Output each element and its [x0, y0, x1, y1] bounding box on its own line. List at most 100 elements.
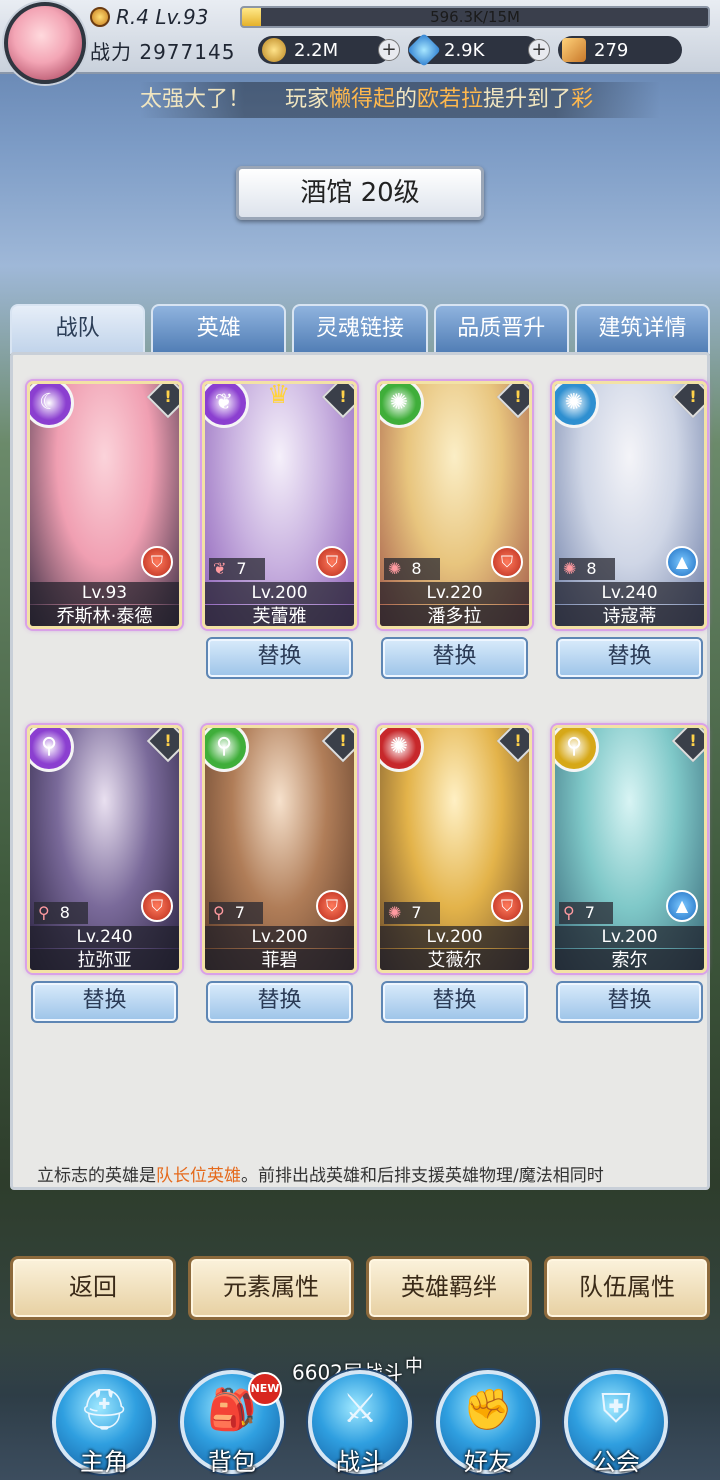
hero-stars: ✺ 8 [384, 558, 440, 580]
hero-stars-value: 7 [236, 559, 247, 578]
replace-button[interactable]: 替换 [556, 981, 703, 1023]
hero-level: Lv.200 [555, 926, 704, 948]
nav-backpack[interactable]: 🎒 背包 NEW [180, 1370, 284, 1476]
coin-icon [262, 38, 286, 62]
marquee-hero-name: 欧若拉 [417, 87, 484, 112]
nav-battle[interactable]: ⚔ 战斗 [308, 1370, 412, 1476]
replace-button[interactable]: 替换 [206, 637, 353, 679]
tickets-value: 279 [594, 39, 629, 61]
exp-bar: 596.3K/15M [240, 6, 710, 28]
nav-hero[interactable]: ⛑ 主角 [52, 1370, 156, 1476]
add-gems-button[interactable]: + [528, 39, 550, 61]
water-icon: ✺ [563, 559, 577, 578]
hero-stars-value: 8 [411, 559, 422, 578]
search-icon: ⚲ [38, 903, 50, 922]
marquee-player-name: 懒得起 [329, 87, 396, 112]
warrior-icon: ⛉ [491, 890, 523, 922]
hero-slot: ✺ ! ⛉ ✺ 7 Lv.200 艾薇尔 替换 [377, 725, 532, 1023]
rank-level-text: R.4 Lv.93 [116, 5, 209, 29]
bottom-nav: 6602层战斗中 ⛑ 主角 🎒 背包 NEW ⚔ 战斗 ✊ 好友 ⛨ 公会 [0, 1340, 720, 1480]
hero-card[interactable]: ⚲ ! ▲ ⚲ 7 Lv.200 索尔 [552, 725, 707, 973]
marquee-text: 太强大了！ [140, 87, 251, 112]
replace-button[interactable]: 替换 [556, 637, 703, 679]
gold-value: 2.2M [294, 39, 339, 61]
crossed-swords-icon: ⚔ [342, 1386, 378, 1432]
hero-stars-value: 8 [59, 903, 70, 922]
hero-card[interactable]: ❦ ! ♛ ⛉ ❦ 7 Lv.200 芙蕾雅 [202, 381, 357, 629]
replace-button[interactable]: 替换 [31, 981, 178, 1023]
marquee-text: 的 [395, 87, 418, 112]
currency-tickets: 279 [558, 36, 682, 64]
warrior-icon: ⛉ [141, 890, 173, 922]
top-status-bar: R.4 Lv.93 596.3K/15M 战力 2977145 2.2M + 2… [0, 0, 720, 74]
currency-gems: 2.9K + [407, 33, 550, 67]
hint-highlight: 队长位英雄 [156, 1166, 241, 1186]
hero-level: Lv.200 [380, 926, 529, 948]
tab-building-details[interactable]: 建筑详情 [574, 304, 711, 354]
currency-bar: 2.2M + 2.9K + 279 [258, 33, 682, 67]
combat-power-value: 2977145 [139, 40, 236, 64]
hero-card[interactable]: ✺ ! ⛉ ✺ 7 Lv.200 艾薇尔 [377, 725, 532, 973]
marquee-text: 提升到了 [483, 87, 572, 112]
hero-level: Lv.200 [205, 582, 354, 604]
nav-friends[interactable]: ✊ 好友 [436, 1370, 540, 1476]
hero-stars: ❦ 7 [209, 558, 265, 580]
gems-value: 2.9K [444, 39, 485, 61]
hero-card[interactable]: ☾ ! ⛉ Lv.93 乔斯林·泰德 [27, 381, 182, 629]
hero-stars-value: 7 [234, 903, 245, 922]
element-attributes-button[interactable]: 元素属性 [188, 1256, 354, 1320]
hero-bonds-button[interactable]: 英雄羁绊 [366, 1256, 532, 1320]
hero-name: 潘多拉 [380, 605, 529, 626]
hero-stars: ⚲ 7 [209, 902, 263, 924]
search-icon: ⚲ [213, 903, 225, 922]
handshake-icon: ✊ [463, 1387, 513, 1433]
combat-power-label: 战力 [90, 40, 132, 64]
nav-label: 背包 [208, 1448, 256, 1476]
replace-button[interactable]: 替换 [381, 637, 528, 679]
hint-text: 。前排出战英雄和后排支援英雄物理/魔法相同时 [241, 1166, 604, 1186]
add-gold-button[interactable]: + [378, 39, 400, 61]
hero-slot: ⚲ ! ▲ ⚲ 7 Lv.200 索尔 替换 [552, 725, 707, 1023]
hero-card[interactable]: ✺ ! ▲ ✺ 8 Lv.240 诗寇蒂 [552, 381, 707, 629]
replace-button[interactable]: 替换 [381, 981, 528, 1023]
building-title-banner: 酒馆 20级 [236, 166, 484, 220]
mage-icon: ▲ [666, 546, 698, 578]
nav-guild[interactable]: ⛨ 公会 [564, 1370, 668, 1476]
nav-label: 主角 [80, 1448, 128, 1476]
tab-soul-link[interactable]: 灵魂链接 [292, 304, 428, 354]
tab-quality-upgrade[interactable]: 品质晋升 [433, 304, 569, 354]
hero-row-front: ☾ ! ⛉ Lv.93 乔斯林·泰德 ❦ ! ♛ ⛉ ❦ 7 Lv.200 芙蕾雅… [27, 381, 707, 679]
hero-slot: ✺ ! ▲ ✺ 8 Lv.240 诗寇蒂 替换 [552, 381, 707, 679]
hero-stars-value: 8 [586, 559, 597, 578]
nav-label: 公会 [592, 1448, 640, 1476]
hero-level: Lv.93 [30, 582, 179, 604]
exp-text: 596.3K/15M [430, 8, 520, 26]
rank-emblem-icon [90, 7, 110, 27]
team-panel: ☾ ! ⛉ Lv.93 乔斯林·泰德 ❦ ! ♛ ⛉ ❦ 7 Lv.200 芙蕾雅… [10, 352, 710, 1190]
wind-icon: ✺ [388, 903, 402, 922]
replace-button[interactable]: 替换 [206, 981, 353, 1023]
hero-level: Lv.220 [380, 582, 529, 604]
hero-stars: ⚲ 8 [34, 902, 88, 924]
rank-level: R.4 Lv.93 [90, 4, 209, 30]
action-buttons: 返回 元素属性 英雄羁绊 队伍属性 [10, 1256, 710, 1320]
combat-power: 战力 2977145 [90, 36, 235, 65]
tab-heroes[interactable]: 英雄 [151, 304, 287, 354]
hero-level: Lv.240 [30, 926, 179, 948]
nav-label: 好友 [464, 1448, 512, 1476]
tab-team[interactable]: 战队 [10, 304, 146, 354]
back-button[interactable]: 返回 [10, 1256, 176, 1320]
hero-level: Lv.240 [555, 582, 704, 604]
hero-stars: ✺ 8 [559, 558, 615, 580]
mage-icon: ▲ [666, 890, 698, 922]
hero-slot: ❦ ! ♛ ⛉ ❦ 7 Lv.200 芙蕾雅 替换 [202, 381, 357, 679]
team-attributes-button[interactable]: 队伍属性 [544, 1256, 710, 1320]
hero-card[interactable]: ⚲ ! ⛉ ⚲ 7 Lv.200 菲碧 [202, 725, 357, 973]
guild-crest-icon: ⛨ [601, 1386, 631, 1432]
player-avatar[interactable] [4, 2, 86, 84]
hero-card[interactable]: ⚲ ! ⛉ ⚲ 8 Lv.240 拉弥亚 [27, 725, 182, 973]
leader-crown-icon: ♛ [267, 381, 291, 410]
warrior-icon: ⛉ [491, 546, 523, 578]
hero-slot: ⚲ ! ⛉ ⚲ 7 Lv.200 菲碧 替换 [202, 725, 357, 1023]
hero-card[interactable]: ✺ ! ⛉ ✺ 8 Lv.220 潘多拉 [377, 381, 532, 629]
